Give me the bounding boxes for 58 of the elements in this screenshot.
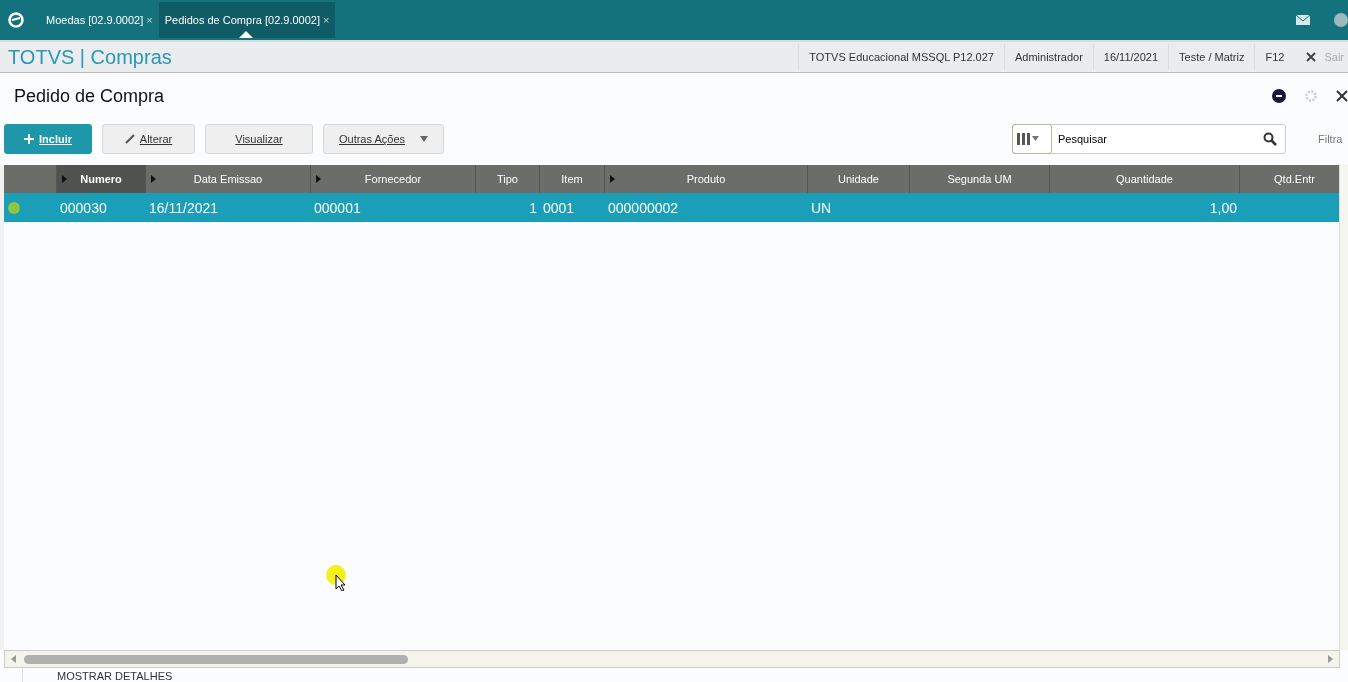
table-cell: 000001	[314, 199, 361, 216]
caret-icon	[420, 136, 428, 142]
columns-icon	[1017, 133, 1039, 145]
close-icon[interactable]	[1336, 90, 1348, 102]
column-header[interactable]: Data Emissao	[146, 165, 311, 193]
column-selector-button[interactable]	[1012, 124, 1052, 154]
table-cell: 0001	[543, 199, 575, 216]
details-link[interactable]: MOSTRAR DETALHES	[57, 668, 1348, 682]
expand-arrow-icon[interactable]	[316, 175, 321, 183]
table-cell: 16/11/2021	[149, 199, 219, 216]
close-icon	[1306, 52, 1317, 62]
pencil-icon	[124, 134, 135, 144]
page-title: Pedido de Compra	[14, 85, 165, 107]
close-tab-button[interactable]: ×	[146, 14, 153, 26]
expand-arrow-icon[interactable]	[62, 175, 67, 183]
table-cell: 000000002	[608, 199, 679, 216]
toolbar-button[interactable]: Incluir	[4, 124, 92, 154]
column-header[interactable]: Segunda UM	[910, 165, 1050, 193]
column-header[interactable]: Unidade	[808, 165, 910, 193]
column-header	[4, 165, 57, 193]
table-cell: 1	[529, 199, 537, 216]
session-info: 16/11/2021	[1092, 44, 1169, 70]
scroll-right-icon[interactable]	[1328, 655, 1333, 663]
toolbar-button[interactable]: Visualizar	[205, 124, 313, 154]
session-info: Administrador	[1003, 44, 1093, 70]
expand-arrow-icon[interactable]	[151, 175, 156, 183]
tab[interactable]: Moedas [02.9.0002] ×	[40, 2, 159, 38]
column-header[interactable]: Numero	[57, 165, 146, 193]
column-header[interactable]: Quantidade	[1050, 165, 1240, 193]
mail-icon[interactable]	[1296, 15, 1310, 25]
column-header[interactable]: Qtd.Entr	[1240, 165, 1339, 193]
expand-arrow-icon[interactable]	[610, 175, 615, 183]
table-cell: 1,00	[1209, 199, 1237, 216]
search-icon[interactable]	[1263, 132, 1277, 146]
column-header[interactable]: Item	[540, 165, 605, 193]
table-cell: UN	[811, 199, 832, 216]
horizontal-scrollbar[interactable]	[4, 650, 1340, 668]
search-field[interactable]: Pesquisar	[1052, 133, 1263, 145]
session-info: Teste / Matriz	[1168, 44, 1255, 70]
vertical-scrollbar[interactable]	[1339, 165, 1348, 650]
search-bar[interactable]: Pesquisar	[1012, 124, 1286, 154]
table-cell: 000030	[60, 199, 107, 216]
scroll-left-icon[interactable]	[11, 655, 16, 663]
filter-link[interactable]: Filtra	[1318, 133, 1348, 145]
column-header[interactable]: Tipo	[476, 165, 540, 193]
active-tab-indicator-icon	[238, 31, 253, 38]
minimize-icon[interactable]	[1272, 89, 1286, 103]
session-info: F12	[1254, 44, 1295, 70]
app-title: TOTVS | Compras	[8, 45, 172, 69]
plus-icon	[24, 134, 34, 144]
tab[interactable]: Pedidos de Compra [02.9.0002] ×	[158, 2, 336, 38]
column-header[interactable]: Fornecedor	[311, 165, 476, 193]
toolbar-button[interactable]: Outras Ações	[323, 124, 444, 154]
session-info: TOTVS Educacional MSSQL P12.027	[798, 44, 1004, 70]
toolbar-button[interactable]: Alterar	[102, 124, 195, 154]
logo-icon	[8, 12, 24, 28]
close-tab-button[interactable]: ×	[323, 14, 330, 26]
column-header[interactable]: Produto	[605, 165, 808, 193]
